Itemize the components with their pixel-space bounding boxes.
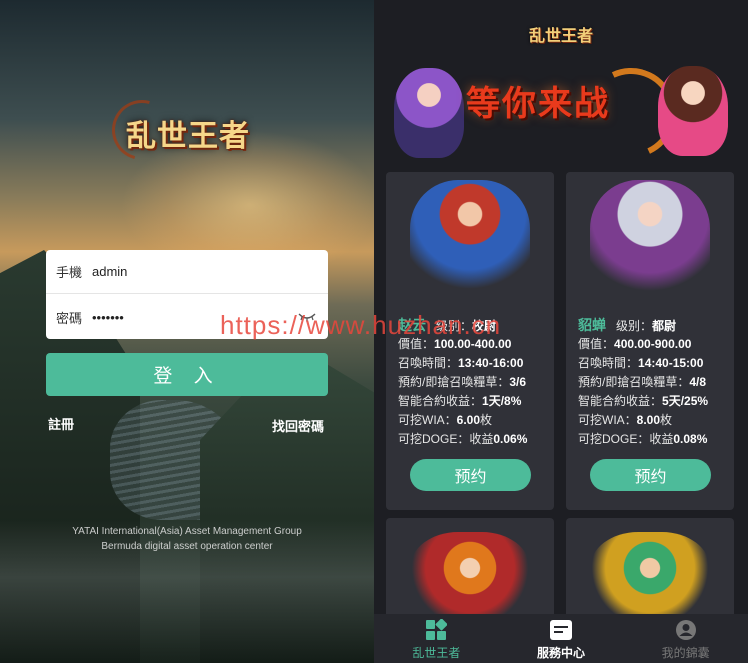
footer-center: Bermuda digital asset operation center	[101, 541, 273, 552]
bottom-tab-bar: 乱世王者 服務中心 我的錦囊	[374, 614, 748, 663]
phone-row: 手機	[46, 250, 328, 294]
wia-stat: 可挖WIA：8.00枚	[578, 413, 673, 427]
reserve-button[interactable]: 预约	[590, 459, 711, 491]
tab-label: 乱世王者	[412, 646, 461, 660]
time-stat: 召喚時間：13:40-16:00	[398, 356, 524, 370]
price-stat: 價值：400.00-900.00	[578, 337, 692, 351]
rank-value: 都尉	[652, 319, 677, 333]
hero-portrait	[590, 180, 710, 302]
income-stat: 智能合約收益：5天/25%	[578, 394, 709, 408]
login-form: 手機 密碼	[46, 250, 328, 339]
hero-name: 貂蝉	[578, 317, 606, 333]
time-stat: 召喚時間：14:40-15:00	[578, 356, 704, 370]
tab-my-kit[interactable]: 我的錦囊	[623, 614, 748, 663]
reserve-button[interactable]: 预约	[410, 459, 531, 491]
hero-title-row: 赵云 级别： 校尉	[398, 315, 496, 335]
hero-card	[566, 518, 734, 628]
user-icon	[674, 618, 698, 642]
hero-card: 赵云 级别： 校尉 價值：100.00-400.00 召喚時間：13:40-16…	[386, 172, 554, 510]
banner-title: 等你来战	[466, 84, 610, 124]
top-logo: 乱世王者	[528, 26, 593, 45]
rank-label: 级别：	[436, 319, 473, 333]
rank-label: 级别：	[616, 319, 653, 333]
service-card-icon	[549, 618, 573, 642]
hero-card: 貂蝉 级别： 都尉 價值：400.00-900.00 召喚時間：14:40-15…	[566, 172, 734, 510]
banner-character-left	[394, 68, 464, 158]
login-button[interactable]: 登 入	[46, 353, 328, 396]
hero-name: 赵云	[398, 317, 426, 333]
eye-closed-icon[interactable]	[292, 307, 322, 327]
service-center-screen: 乱世王者 等你来战 赵云 级别： 校尉 價值：100.00-400.00 召喚時…	[374, 0, 748, 663]
income-stat: 智能合約收益：1天/8%	[398, 394, 522, 408]
phone-input[interactable]	[92, 264, 328, 279]
reserve-stat: 預約/即搶召喚糧草：3/6	[398, 375, 527, 389]
banner-character-right	[658, 66, 728, 156]
tab-service-center[interactable]: 服務中心	[499, 614, 624, 663]
tab-label: 我的錦囊	[661, 646, 710, 660]
price-stat: 價值：100.00-400.00	[398, 337, 512, 351]
reserve-stat: 預約/即搶召喚糧草：4/8	[578, 375, 707, 389]
promo-banner[interactable]: 等你来战	[386, 55, 736, 171]
grid-icon	[424, 618, 448, 642]
login-screen: 乱世王者 手機 密碼 登 入 註冊 找回密碼 YATAI Internation…	[0, 0, 374, 663]
hero-portrait	[410, 180, 530, 302]
rank-value: 校尉	[472, 319, 497, 333]
tab-home[interactable]: 乱世王者	[374, 614, 499, 663]
hero-card	[386, 518, 554, 628]
hero-portrait	[410, 532, 530, 622]
doge-stat: 可挖DOGE：收益0.06%	[398, 432, 528, 446]
doge-stat: 可挖DOGE：收益0.08%	[578, 432, 708, 446]
forgot-password-link[interactable]: 找回密碼	[272, 416, 324, 435]
wia-stat: 可挖WIA：6.00枚	[398, 413, 493, 427]
phone-label: 手機	[56, 265, 83, 280]
hero-portrait	[590, 532, 710, 622]
password-row: 密碼	[46, 295, 328, 339]
tab-label: 服務中心	[537, 646, 586, 660]
game-logo: 乱世王者	[101, 89, 256, 171]
password-input[interactable]	[92, 309, 292, 325]
footer-company: YATAI International(Asia) Asset Manageme…	[72, 526, 302, 537]
password-label: 密碼	[56, 310, 83, 326]
hero-title-row: 貂蝉 级别： 都尉	[578, 315, 676, 335]
register-link[interactable]: 註冊	[48, 414, 74, 433]
